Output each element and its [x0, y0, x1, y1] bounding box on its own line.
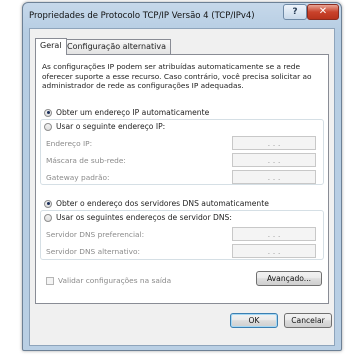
subnet-mask-field[interactable]: . . .	[232, 153, 316, 167]
subnet-mask-label: Máscara de sub-rede:	[46, 156, 126, 165]
radio-dns-manual[interactable]: Usar os seguintes endereços de servidor …	[44, 213, 232, 222]
default-gateway-value: . . .	[267, 172, 281, 182]
radio-ip-manual[interactable]: Usar o seguinte endereço IP:	[44, 122, 165, 131]
radio-dns-auto-indicator[interactable]	[44, 199, 52, 208]
subnet-mask-value: . . .	[267, 155, 281, 165]
radio-ip-manual-indicator[interactable]	[44, 122, 52, 131]
ip-address-label: Endereço IP:	[46, 139, 93, 148]
radio-ip-auto[interactable]: Obter um endereço IP automaticamente	[44, 108, 209, 117]
radio-dns-manual-label: Usar os seguintes endereços de servidor …	[56, 213, 232, 222]
tab-panel-general: As configurações IP podem ser atribuídas…	[35, 54, 329, 304]
preferred-dns-field[interactable]: . . .	[232, 227, 316, 241]
radio-ip-auto-label: Obter um endereço IP automaticamente	[56, 108, 210, 117]
dialog-client-area: Geral Configuração alternativa As config…	[29, 28, 335, 346]
help-button[interactable]: ?	[283, 4, 307, 20]
ip-address-field[interactable]: . . .	[232, 136, 316, 150]
ok-button[interactable]: OK	[230, 313, 278, 328]
radio-dns-auto-label: Obter o endereço dos servidores DNS auto…	[56, 199, 269, 208]
radio-dns-auto[interactable]: Obter o endereço dos servidores DNS auto…	[44, 199, 269, 208]
radio-dns-manual-indicator[interactable]	[44, 213, 52, 222]
alternate-dns-value: . . .	[267, 246, 281, 256]
default-gateway-label: Gateway padrão:	[46, 173, 110, 182]
radio-ip-auto-indicator[interactable]	[44, 108, 52, 117]
validate-on-exit[interactable]: Validar configurações na saída	[46, 276, 171, 285]
cancel-button[interactable]: Cancelar	[284, 313, 332, 328]
validate-checkbox[interactable]	[46, 276, 54, 285]
close-button[interactable]: ✕	[307, 4, 339, 20]
tab-alternate-config[interactable]: Configuração alternativa	[62, 39, 171, 54]
alternate-dns-label: Servidor DNS alternativo:	[46, 247, 141, 256]
alternate-dns-field[interactable]: . . .	[232, 244, 316, 258]
window-title: Propriedades de Protocolo TCP/IP Versão …	[29, 11, 255, 21]
tab-general[interactable]: Geral	[35, 38, 67, 55]
advanced-button[interactable]: Avançado...	[256, 271, 322, 286]
preferred-dns-label: Servidor DNS preferencial:	[46, 230, 145, 239]
dialog-window: Propriedades de Protocolo TCP/IP Versão …	[22, 2, 342, 351]
ip-address-value: . . .	[267, 138, 281, 148]
radio-ip-manual-label: Usar o seguinte endereço IP:	[56, 122, 166, 131]
preferred-dns-value: . . .	[267, 229, 281, 239]
description-text: As configurações IP podem ser atribuídas…	[42, 62, 312, 90]
default-gateway-field[interactable]: . . .	[232, 170, 316, 184]
validate-label: Validar configurações na saída	[58, 276, 172, 285]
